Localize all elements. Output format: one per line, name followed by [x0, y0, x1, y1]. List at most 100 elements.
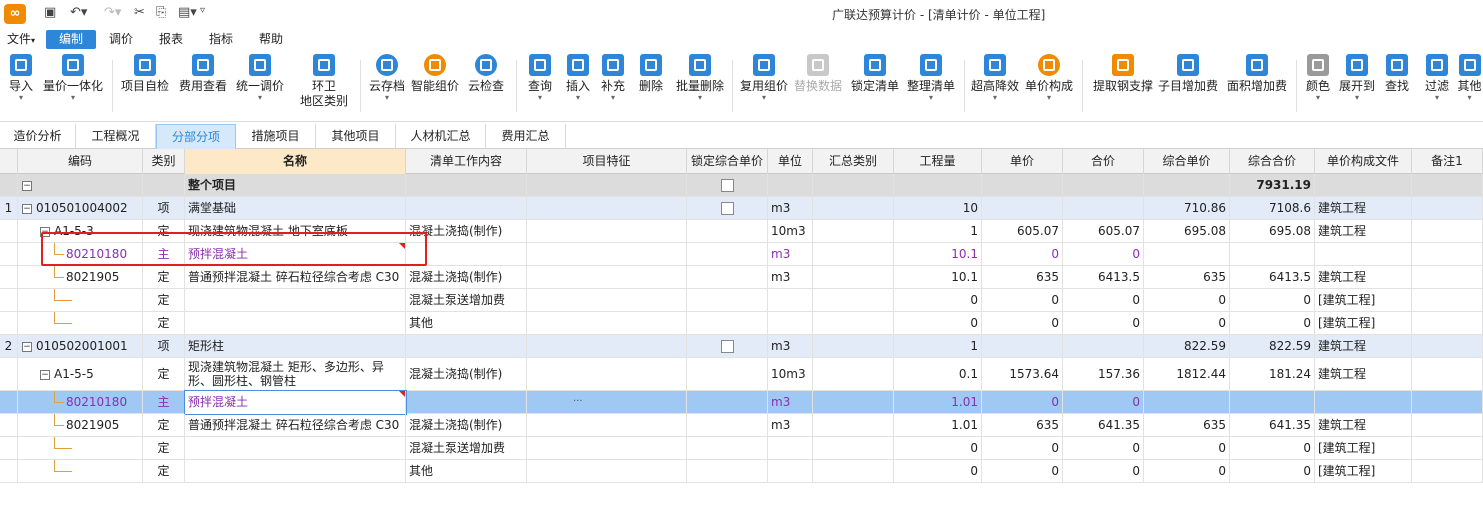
cell-cat[interactable]: 主 [143, 391, 185, 414]
other-button[interactable]: 其他 ▾ [1456, 54, 1483, 118]
cell-unit[interactable]: m3 [768, 243, 813, 266]
header-feature[interactable]: 项目特征 [527, 149, 687, 174]
header-unit[interactable]: 单位 [768, 149, 813, 174]
cell-comp-total[interactable]: 0 [1230, 289, 1315, 312]
cell-feature[interactable] [527, 358, 687, 391]
cell-unit[interactable] [768, 460, 813, 483]
cell-unit[interactable] [768, 312, 813, 335]
paste-icon[interactable]: ▤▾ [178, 5, 197, 20]
cell-file[interactable] [1315, 391, 1412, 414]
cell-sum-cat[interactable] [813, 289, 894, 312]
cell-total[interactable]: 605.07 [1063, 220, 1144, 243]
cell-feature[interactable] [527, 312, 687, 335]
cell-total[interactable]: 0 [1063, 243, 1144, 266]
cell-lock[interactable] [687, 358, 768, 391]
table-row[interactable]: 2−010502001001 项矩形柱 m3 1 822.59 822.59 建筑工程 [0, 335, 1483, 358]
cell-sum-cat[interactable] [813, 243, 894, 266]
expand-to-button[interactable]: 展开到 ▾ [1336, 54, 1378, 118]
cell-total[interactable] [1063, 174, 1144, 197]
insert-button[interactable]: 插入 ▾ [560, 54, 596, 118]
cell-total[interactable]: 0 [1063, 289, 1144, 312]
cell-lock[interactable] [687, 243, 768, 266]
cell-sum-cat[interactable] [813, 266, 894, 289]
cell-unit[interactable]: 10m3 [768, 358, 813, 391]
color-button[interactable]: 颜色 ▾ [1300, 54, 1336, 118]
cell-name[interactable] [185, 460, 406, 483]
header-work-content[interactable]: 清单工作内容 [406, 149, 527, 174]
lock-price-checkbox[interactable] [720, 340, 734, 353]
cell-work[interactable]: 混凝土泵送增加费 [406, 289, 527, 312]
table-row[interactable]: 定混凝土泵送增加费 0 0 0 0 0 [建筑工程] [0, 289, 1483, 312]
cell-file[interactable]: 建筑工程 [1315, 266, 1412, 289]
super-height-button[interactable]: 超高降效 ▾ [968, 54, 1022, 118]
cell-unit[interactable]: m3 [768, 266, 813, 289]
cell-feature[interactable] [527, 243, 687, 266]
cell-price[interactable]: 605.07 [982, 220, 1063, 243]
tab-fee-summary[interactable]: 费用汇总 [486, 124, 566, 149]
cell-code[interactable] [18, 289, 143, 312]
cell-qty[interactable]: 1.01 [894, 414, 982, 437]
cloud-check-button[interactable]: 云检查 [464, 54, 508, 118]
cell-cat[interactable]: 定 [143, 358, 185, 391]
supplement-button[interactable]: 补充 ▾ [596, 54, 630, 118]
menu-edit[interactable]: 编制 [46, 30, 96, 49]
header-index[interactable] [0, 149, 18, 174]
cell-feature[interactable] [527, 174, 687, 197]
header-remark[interactable]: 备注1 [1412, 149, 1483, 174]
cell-feature[interactable] [527, 460, 687, 483]
unit-price-composition-button[interactable]: 单价构成 ▾ [1022, 54, 1076, 118]
cell-file[interactable]: [建筑工程] [1315, 312, 1412, 335]
header-quantity[interactable]: 工程量 [894, 149, 982, 174]
header-summary-category[interactable]: 汇总类别 [813, 149, 894, 174]
cell-note[interactable] [1412, 220, 1483, 243]
tab-other-items[interactable]: 其他项目 [316, 124, 396, 149]
cell-comp-price[interactable]: 0 [1144, 312, 1230, 335]
cell-no[interactable]: 1 [0, 197, 18, 220]
tab-divisional-items[interactable]: 分部分项 [156, 124, 236, 149]
table-row[interactable]: 1−010501004002 项满堂基础 m3 10 710.86 7108.6 建筑工程 [0, 197, 1483, 220]
collapse-toggle-icon[interactable]: − [22, 180, 32, 191]
cell-note[interactable] [1412, 289, 1483, 312]
cell-total[interactable]: 641.35 [1063, 414, 1144, 437]
cell-work[interactable]: 其他 [406, 460, 527, 483]
cell-comp-total[interactable]: 822.59 [1230, 335, 1315, 358]
steel-support-button[interactable]: 提取钢支撑 [1090, 54, 1156, 118]
cell-name[interactable] [185, 289, 406, 312]
customize-icon[interactable]: ▿ [200, 5, 205, 16]
cell-sum-cat[interactable] [813, 460, 894, 483]
cell-cat[interactable]: 项 [143, 335, 185, 358]
header-category[interactable]: 类别 [143, 149, 185, 174]
replace-data-button[interactable]: 替换数据 [792, 54, 844, 118]
cell-note[interactable] [1412, 335, 1483, 358]
cell-feature[interactable] [527, 437, 687, 460]
query-button[interactable]: 查询 ▾ [522, 54, 558, 118]
menu-file[interactable]: 文件▾ [4, 30, 38, 49]
cell-unit[interactable] [768, 174, 813, 197]
cell-no[interactable] [0, 391, 18, 414]
cell-comp-total[interactable]: 0 [1230, 437, 1315, 460]
cell-feature[interactable] [527, 266, 687, 289]
cell-unit[interactable]: m3 [768, 391, 813, 414]
cell-cat[interactable]: 项 [143, 197, 185, 220]
cell-sum-cat[interactable] [813, 220, 894, 243]
cell-unit[interactable] [768, 437, 813, 460]
cell-comp-total[interactable]: 0 [1230, 312, 1315, 335]
cell-comp-price[interactable]: 710.86 [1144, 197, 1230, 220]
sanitation-region-button[interactable]: 环卫 地区类别 [296, 54, 352, 118]
cell-work[interactable] [406, 391, 527, 414]
tab-measure-items[interactable]: 措施项目 [236, 124, 316, 149]
cell-lock[interactable] [687, 437, 768, 460]
cell-comp-total[interactable]: 7108.6 [1230, 197, 1315, 220]
cell-lock[interactable] [687, 266, 768, 289]
cell-sum-cat[interactable] [813, 335, 894, 358]
cell-sum-cat[interactable] [813, 197, 894, 220]
cell-feature[interactable] [527, 220, 687, 243]
cell-unit[interactable]: m3 [768, 335, 813, 358]
header-price-file[interactable]: 单价构成文件 [1315, 149, 1412, 174]
cell-file[interactable]: 建筑工程 [1315, 197, 1412, 220]
cell-sum-cat[interactable] [813, 437, 894, 460]
fee-view-button[interactable]: 费用查看 [176, 54, 230, 118]
cell-name[interactable]: 满堂基础 [185, 197, 406, 220]
cell-price[interactable]: 0 [982, 391, 1063, 414]
cell-lock[interactable] [687, 335, 768, 358]
